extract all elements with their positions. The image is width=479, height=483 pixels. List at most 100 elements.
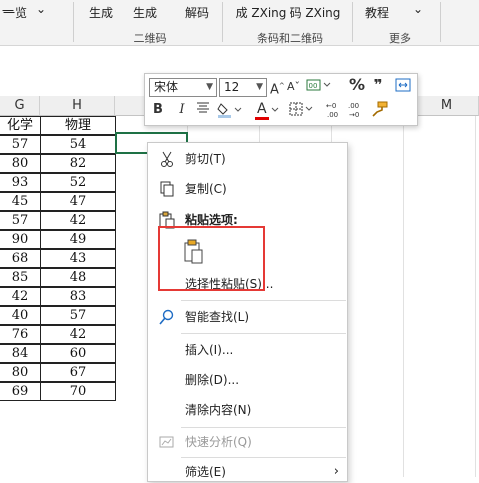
ribbon-group-more: 更多 [389, 32, 411, 45]
chevron-down-icon: ▼ [256, 82, 263, 92]
ribbon-dropdown-arrow[interactable]: ⌄ [34, 2, 48, 16]
cell-g[interactable]: 84 [0, 344, 41, 363]
cell-h[interactable]: 43 [40, 249, 116, 268]
menu-separator [181, 300, 346, 301]
cell-g[interactable]: 40 [0, 306, 41, 325]
cell-h[interactable]: 60 [40, 344, 116, 363]
cell-h[interactable]: 52 [40, 173, 116, 192]
mini-toolbar: 宋体 ▼ 12 ▼ A^ Aˇ 00 % ❞ B I A ←0.00 .00 →0 [144, 73, 418, 126]
menu-item-label: 插入(I)... [185, 343, 234, 357]
copy-icon [158, 180, 176, 198]
ribbon-separator [73, 2, 74, 42]
cell-g[interactable]: 93 [0, 173, 41, 192]
ribbon-group-qrcode: 二维码 [133, 32, 167, 45]
decrease-font-size-icon[interactable]: Aˇ [287, 78, 300, 98]
menu-item-filter[interactable]: 筛选(E) › [148, 461, 347, 483]
cell-h[interactable]: 57 [40, 306, 116, 325]
cell-h[interactable]: 82 [40, 154, 116, 173]
cell-g[interactable]: 42 [0, 287, 41, 306]
cell-g[interactable]: 80 [0, 363, 41, 382]
menu-item-label: 删除(D)... [185, 373, 240, 387]
menu-item-label: 筛选(E) [185, 465, 226, 479]
cell-h[interactable]: 67 [40, 363, 116, 382]
ribbon-separator [352, 2, 353, 42]
quick-analysis-icon [158, 433, 176, 451]
font-color-icon[interactable]: A [255, 101, 281, 121]
number-format-icon[interactable]: 00 [305, 77, 333, 97]
menu-item-insert[interactable]: 插入(I)... [148, 339, 347, 361]
cell-h-header[interactable]: 物理 [40, 116, 116, 135]
font-size-combo[interactable]: 12 ▼ [219, 78, 267, 97]
search-icon [158, 308, 176, 326]
ribbon: 一 一览 ⌄ 生成 生成 解码 二维码 成 ZXing 码 ZXing 条码和二… [0, 0, 479, 46]
menu-item-label: 清除内容(N) [185, 403, 252, 417]
cell-h[interactable]: 42 [40, 211, 116, 230]
submenu-arrow-icon: › [333, 464, 339, 479]
gridline [403, 116, 404, 477]
cell-g-header[interactable]: 化学 [0, 116, 41, 135]
cell-h[interactable]: 48 [40, 268, 116, 287]
ribbon-button-generate-2[interactable]: 生成 [130, 6, 160, 20]
ribbon-button-tutorial[interactable]: 教程 [362, 6, 392, 20]
cell-h[interactable]: 49 [40, 230, 116, 249]
font-name-combo[interactable]: 宋体 ▼ [149, 78, 217, 97]
column-header-h[interactable]: H [40, 96, 115, 116]
cell-h[interactable]: 83 [40, 287, 116, 306]
ribbon-separator [222, 2, 223, 42]
svg-text:.00: .00 [348, 102, 359, 110]
menu-item-cut[interactable]: 剪切(T) [148, 148, 347, 170]
cell-g[interactable]: 57 [0, 135, 41, 154]
menu-item-smart-lookup[interactable]: 智能查找(L) [148, 306, 347, 328]
ribbon-button-decode[interactable]: 解码 [182, 6, 212, 20]
svg-text:.00: .00 [327, 111, 338, 119]
cell-g[interactable]: 80 [0, 154, 41, 173]
borders-icon[interactable] [289, 101, 317, 121]
font-name-value: 宋体 [154, 80, 179, 94]
cell-g[interactable]: 57 [0, 211, 41, 230]
menu-separator [181, 333, 346, 334]
context-menu: 剪切(T) 复制(C) 粘贴选项: 选择性粘贴(S)... 智能查找(L) 插入… [147, 142, 348, 482]
cell-g[interactable]: 85 [0, 268, 41, 287]
menu-item-delete[interactable]: 删除(D)... [148, 369, 347, 391]
fill-color-icon[interactable] [217, 101, 243, 121]
ribbon-button-generate-1[interactable]: 生成 [86, 6, 116, 20]
ribbon-button-zxing-generate[interactable]: 成 ZXing [233, 6, 289, 20]
menu-item-clear-contents[interactable]: 清除内容(N) [148, 399, 347, 421]
font-color-letter: A [257, 101, 267, 117]
ribbon-separator [440, 2, 441, 42]
gridline [475, 116, 476, 477]
increase-decimal-icon[interactable]: ←0.00 [325, 100, 345, 120]
merge-center-icon[interactable] [394, 77, 412, 97]
format-painter-icon[interactable] [371, 101, 389, 121]
decrease-decimal-icon[interactable]: .00 →0 [347, 100, 367, 120]
ribbon-button-zxing-code[interactable]: 码 ZXing [287, 6, 343, 20]
menu-item-label: 剪切(T) [185, 152, 226, 166]
cell-h[interactable]: 54 [40, 135, 116, 154]
bold-button[interactable]: B [151, 101, 165, 121]
cell-g[interactable]: 69 [0, 382, 41, 401]
cell-h[interactable]: 70 [40, 382, 116, 401]
menu-item-quick-analysis: 快速分析(Q) [148, 431, 347, 453]
chevron-down-icon: ▼ [206, 82, 213, 92]
cell-g[interactable]: 76 [0, 325, 41, 344]
italic-button[interactable]: I [175, 101, 189, 121]
increase-font-size-icon[interactable]: A^ [270, 77, 285, 97]
column-header-g[interactable]: G [0, 96, 40, 116]
cell-h[interactable]: 42 [40, 325, 116, 344]
font-size-value: 12 [224, 80, 240, 94]
ribbon-group-barcode: 条码和二维码 [257, 32, 323, 45]
menu-separator [181, 457, 346, 458]
cell-h[interactable]: 47 [40, 192, 116, 211]
ribbon-button-scan[interactable]: 一览 [2, 6, 28, 20]
cell-g[interactable]: 90 [0, 230, 41, 249]
cell-g[interactable]: 45 [0, 192, 41, 211]
menu-item-copy[interactable]: 复制(C) [148, 178, 347, 200]
column-header-m[interactable]: M [415, 96, 479, 116]
ribbon-dropdown-arrow[interactable]: ⌄ [410, 2, 426, 16]
menu-item-label: 智能查找(L) [185, 310, 250, 324]
percent-style-icon[interactable]: % [349, 76, 365, 96]
align-center-icon[interactable] [195, 101, 211, 121]
cell-g[interactable]: 68 [0, 249, 41, 268]
comma-style-icon[interactable]: ❞ [371, 76, 385, 96]
font-color-swatch [255, 117, 269, 120]
